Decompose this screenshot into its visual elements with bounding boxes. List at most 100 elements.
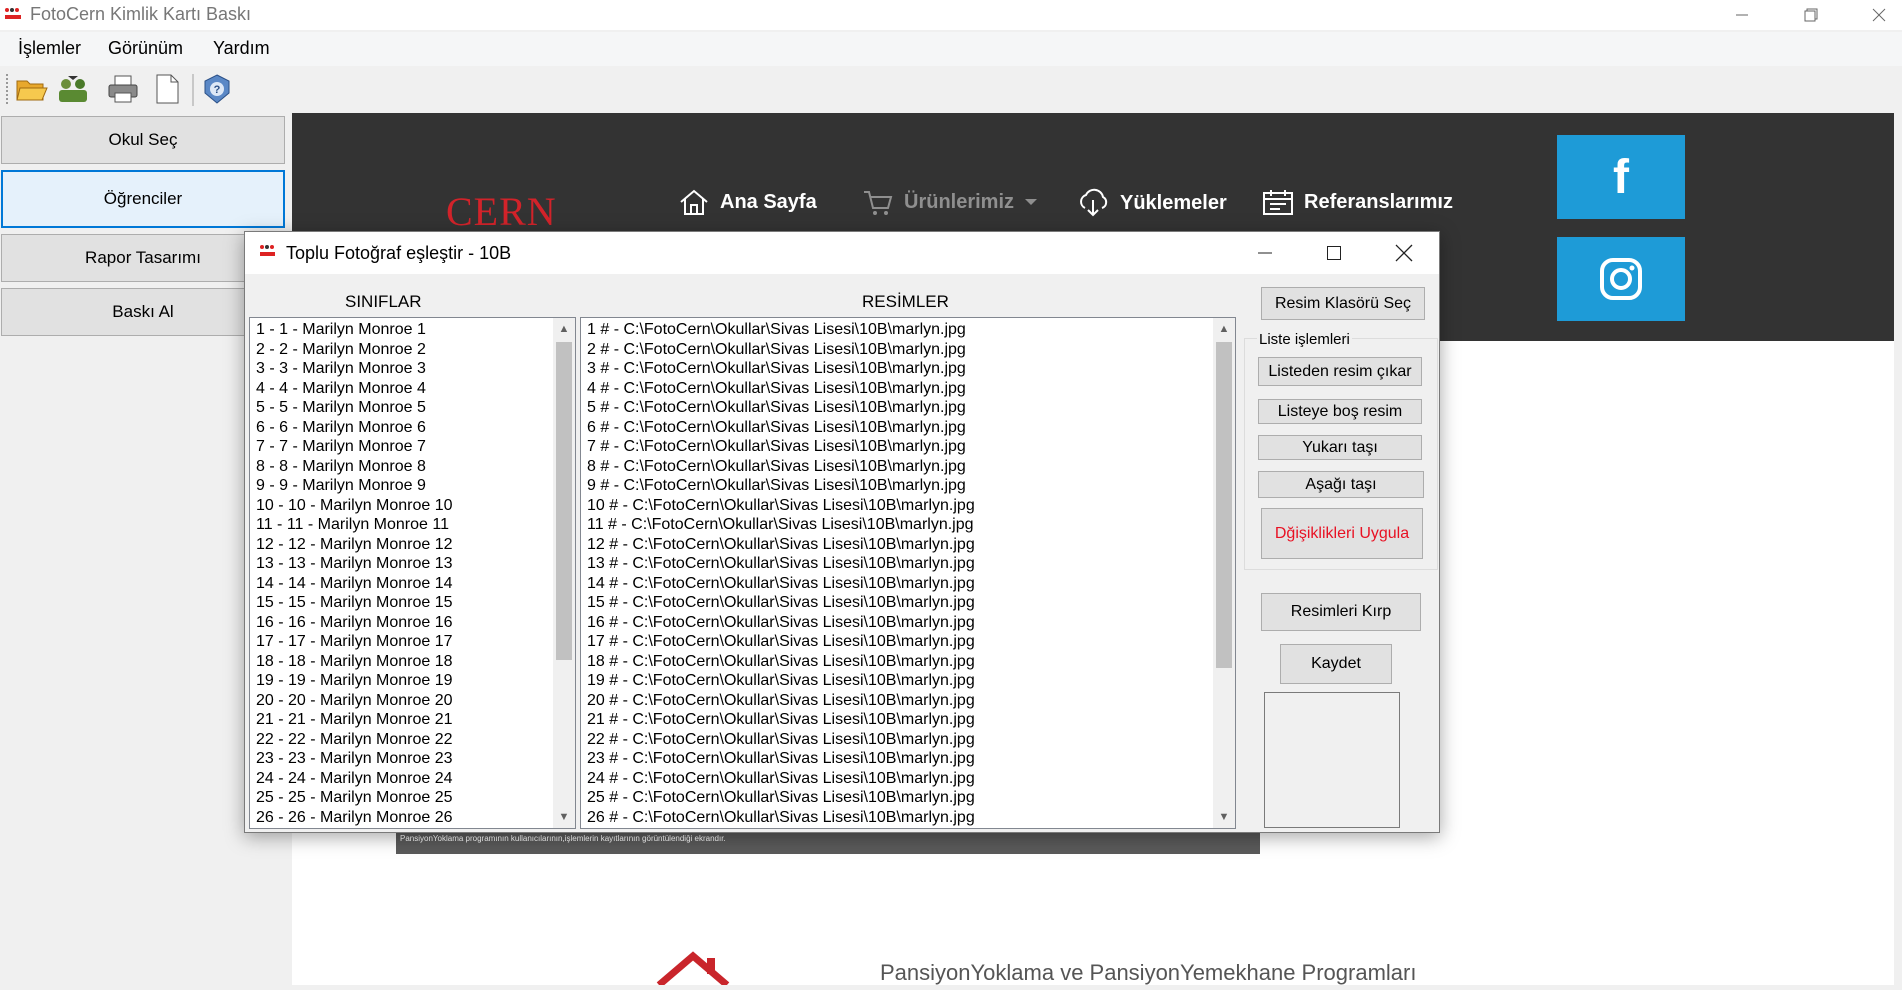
resim-list-item[interactable]: 17 # - C:\FotoCern\Okullar\Sivas Lisesi\…	[587, 632, 975, 652]
resim-list-item[interactable]: 11 # - C:\FotoCern\Okullar\Sivas Lisesi\…	[587, 515, 975, 535]
cart-icon	[864, 191, 893, 215]
dialog-maximize-button[interactable]	[1306, 232, 1362, 274]
sinif-list-item[interactable]: 19 - 19 - Marilyn Monroe 19	[256, 671, 453, 691]
listeye-bos-resim-button[interactable]: Listeye boş resim	[1258, 399, 1422, 424]
resim-klasoru-sec-button[interactable]: Resim Klasörü Seç	[1261, 287, 1425, 320]
degisiklikleri-uygula-button[interactable]: Dğişiklikleri Uygula	[1261, 508, 1423, 559]
sinif-list-item[interactable]: 24 - 24 - Marilyn Monroe 24	[256, 769, 453, 789]
resim-list-item[interactable]: 21 # - C:\FotoCern\Okullar\Sivas Lisesi\…	[587, 710, 975, 730]
print-icon[interactable]	[106, 72, 140, 106]
cern-logo[interactable]: CERN	[446, 188, 557, 235]
menu-islemler[interactable]: İşlemler	[18, 38, 81, 59]
help-icon[interactable]: ?	[200, 72, 234, 106]
resim-list-item[interactable]: 22 # - C:\FotoCern\Okullar\Sivas Lisesi\…	[587, 730, 975, 750]
resim-list-item[interactable]: 1 # - C:\FotoCern\Okullar\Sivas Lisesi\1…	[587, 320, 975, 340]
sinif-list-item[interactable]: 14 - 14 - Marilyn Monroe 14	[256, 574, 453, 594]
resimleri-kirp-button[interactable]: Resimleri Kırp	[1261, 593, 1421, 631]
sinif-list-item[interactable]: 26 - 26 - Marilyn Monroe 26	[256, 808, 453, 828]
resimler-listbox[interactable]: 1 # - C:\FotoCern\Okullar\Sivas Lisesi\1…	[580, 317, 1236, 829]
sinif-list-item[interactable]: 13 - 13 - Marilyn Monroe 13	[256, 554, 453, 574]
dialog-close-button[interactable]	[1376, 232, 1432, 274]
nav-ana-sayfa[interactable]: Ana Sayfa	[678, 188, 817, 216]
resim-list-item[interactable]: 26 # - C:\FotoCern\Okullar\Sivas Lisesi\…	[587, 808, 975, 828]
dialog-minimize-button[interactable]	[1237, 232, 1293, 274]
resim-list-item[interactable]: 2 # - C:\FotoCern\Okullar\Sivas Lisesi\1…	[587, 340, 975, 360]
scroll-up-icon[interactable]: ▲	[553, 318, 575, 340]
rapor-tasarimi-button[interactable]: Rapor Tasarımı	[1, 234, 285, 282]
menu-gorunum[interactable]: Görünüm	[108, 38, 183, 59]
resim-list-item[interactable]: 4 # - C:\FotoCern\Okullar\Sivas Lisesi\1…	[587, 379, 975, 399]
scroll-down-icon[interactable]: ▼	[1213, 806, 1235, 828]
siniflar-rows: 1 - 1 - Marilyn Monroe 12 - 2 - Marilyn …	[256, 320, 453, 827]
resim-list-item[interactable]: 7 # - C:\FotoCern\Okullar\Sivas Lisesi\1…	[587, 437, 975, 457]
scroll-thumb[interactable]	[556, 342, 572, 660]
siniflar-scrollbar[interactable]: ▲ ▼	[553, 318, 575, 828]
kaydet-button[interactable]: Kaydet	[1280, 644, 1392, 684]
sinif-list-item[interactable]: 25 - 25 - Marilyn Monroe 25	[256, 788, 453, 808]
facebook-button[interactable]: f	[1557, 135, 1685, 219]
baski-al-button[interactable]: Baskı Al	[1, 288, 285, 336]
sinif-list-item[interactable]: 15 - 15 - Marilyn Monroe 15	[256, 593, 453, 613]
resim-list-item[interactable]: 5 # - C:\FotoCern\Okullar\Sivas Lisesi\1…	[587, 398, 975, 418]
open-folder-icon[interactable]	[14, 72, 48, 106]
sinif-list-item[interactable]: 12 - 12 - Marilyn Monroe 12	[256, 535, 453, 555]
resim-list-item[interactable]: 20 # - C:\FotoCern\Okullar\Sivas Lisesi\…	[587, 691, 975, 711]
sinif-list-item[interactable]: 10 - 10 - Marilyn Monroe 10	[256, 496, 453, 516]
resim-list-item[interactable]: 23 # - C:\FotoCern\Okullar\Sivas Lisesi\…	[587, 749, 975, 769]
nav-yuklemeler[interactable]: Yüklemeler	[1076, 188, 1227, 218]
scroll-down-icon[interactable]: ▼	[553, 806, 575, 828]
menu-yardim[interactable]: Yardım	[213, 38, 270, 59]
close-button[interactable]	[1856, 0, 1902, 30]
resim-list-item[interactable]: 15 # - C:\FotoCern\Okullar\Sivas Lisesi\…	[587, 593, 975, 613]
sinif-list-item[interactable]: 17 - 17 - Marilyn Monroe 17	[256, 632, 453, 652]
sinif-list-item[interactable]: 8 - 8 - Marilyn Monroe 8	[256, 457, 453, 477]
resim-list-item[interactable]: 8 # - C:\FotoCern\Okullar\Sivas Lisesi\1…	[587, 457, 975, 477]
scroll-up-icon[interactable]: ▲	[1213, 318, 1235, 340]
resim-list-item[interactable]: 16 # - C:\FotoCern\Okullar\Sivas Lisesi\…	[587, 613, 975, 633]
scroll-thumb[interactable]	[1216, 342, 1232, 668]
yukari-tasi-button[interactable]: Yukarı taşı	[1258, 435, 1422, 460]
sinif-list-item[interactable]: 18 - 18 - Marilyn Monroe 18	[256, 652, 453, 672]
nav-urunlerimiz[interactable]: Ürünlerimiz	[862, 188, 1038, 216]
ogrenciler-button[interactable]: Öğrenciler	[1, 170, 285, 228]
sinif-list-item[interactable]: 11 - 11 - Marilyn Monroe 11	[256, 515, 453, 535]
instagram-button[interactable]	[1557, 237, 1685, 321]
resim-list-item[interactable]: 19 # - C:\FotoCern\Okullar\Sivas Lisesi\…	[587, 671, 975, 691]
resim-list-item[interactable]: 14 # - C:\FotoCern\Okullar\Sivas Lisesi\…	[587, 574, 975, 594]
sinif-list-item[interactable]: 9 - 9 - Marilyn Monroe 9	[256, 476, 453, 496]
resim-list-item[interactable]: 13 # - C:\FotoCern\Okullar\Sivas Lisesi\…	[587, 554, 975, 574]
sinif-list-item[interactable]: 4 - 4 - Marilyn Monroe 4	[256, 379, 453, 399]
resim-list-item[interactable]: 25 # - C:\FotoCern\Okullar\Sivas Lisesi\…	[587, 788, 975, 808]
sinif-list-item[interactable]: 16 - 16 - Marilyn Monroe 16	[256, 613, 453, 633]
sinif-list-item[interactable]: 2 - 2 - Marilyn Monroe 2	[256, 340, 453, 360]
sinif-list-item[interactable]: 5 - 5 - Marilyn Monroe 5	[256, 398, 453, 418]
new-document-icon[interactable]	[150, 72, 184, 106]
resim-list-item[interactable]: 10 # - C:\FotoCern\Okullar\Sivas Lisesi\…	[587, 496, 975, 516]
resim-list-item[interactable]: 3 # - C:\FotoCern\Okullar\Sivas Lisesi\1…	[587, 359, 975, 379]
asagi-tasi-button[interactable]: Aşağı taşı	[1258, 471, 1424, 498]
resim-list-item[interactable]: 24 # - C:\FotoCern\Okullar\Sivas Lisesi\…	[587, 769, 975, 789]
nav-referanslarimiz-label: Referanslarımız	[1304, 190, 1453, 213]
resim-list-item[interactable]: 12 # - C:\FotoCern\Okullar\Sivas Lisesi\…	[587, 535, 975, 555]
sinif-list-item[interactable]: 22 - 22 - Marilyn Monroe 22	[256, 730, 453, 750]
nav-referanslarimiz[interactable]: Referanslarımız	[1262, 188, 1453, 216]
restore-button[interactable]	[1788, 0, 1834, 30]
sinif-list-item[interactable]: 3 - 3 - Marilyn Monroe 3	[256, 359, 453, 379]
sinif-list-item[interactable]: 23 - 23 - Marilyn Monroe 23	[256, 749, 453, 769]
resim-list-item[interactable]: 6 # - C:\FotoCern\Okullar\Sivas Lisesi\1…	[587, 418, 975, 438]
listeden-resim-cikar-button[interactable]: Listeden resim çıkar	[1258, 357, 1422, 386]
resim-list-item[interactable]: 9 # - C:\FotoCern\Okullar\Sivas Lisesi\1…	[587, 476, 975, 496]
sinif-list-item[interactable]: 1 - 1 - Marilyn Monroe 1	[256, 320, 453, 340]
window-titlebar[interactable]	[0, 0, 1902, 30]
resimler-scrollbar[interactable]: ▲ ▼	[1213, 318, 1235, 828]
sinif-list-item[interactable]: 20 - 20 - Marilyn Monroe 20	[256, 691, 453, 711]
web-scrollbar[interactable]	[1894, 113, 1902, 985]
sinif-list-item[interactable]: 7 - 7 - Marilyn Monroe 7	[256, 437, 453, 457]
resim-list-item[interactable]: 18 # - C:\FotoCern\Okullar\Sivas Lisesi\…	[587, 652, 975, 672]
minimize-button[interactable]	[1719, 0, 1765, 30]
students-icon[interactable]	[56, 72, 90, 106]
sinif-list-item[interactable]: 6 - 6 - Marilyn Monroe 6	[256, 418, 453, 438]
sinif-list-item[interactable]: 21 - 21 - Marilyn Monroe 21	[256, 710, 453, 730]
siniflar-listbox[interactable]: 1 - 1 - Marilyn Monroe 12 - 2 - Marilyn …	[249, 317, 576, 829]
okul-sec-button[interactable]: Okul Seç	[1, 116, 285, 164]
